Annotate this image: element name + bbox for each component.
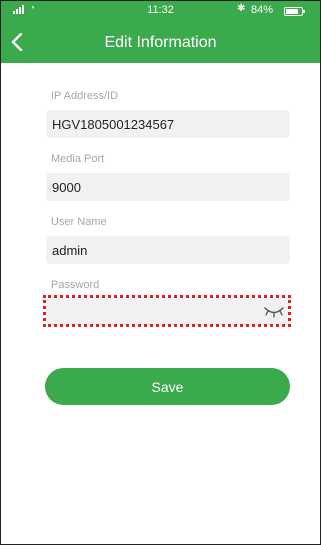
user-name-value: admin	[52, 242, 88, 258]
bluetooth-icon: ✱	[237, 3, 246, 14]
media-port-value: 9000	[52, 179, 81, 195]
password-field[interactable]	[46, 297, 290, 325]
ip-address-value: HGV1805001234567	[52, 116, 175, 132]
page-title: Edit Information	[104, 34, 217, 51]
app-header: ◔ 11:32 ✱ 84% Edit Information	[1, 1, 320, 63]
media-port-label: Media Port	[51, 153, 105, 165]
battery-percent: 84%	[251, 4, 274, 16]
user-name-label: User Name	[51, 216, 107, 228]
ip-address-field[interactable]: HGV1805001234567	[46, 110, 290, 138]
phone-screen: ◔ 11:32 ✱ 84% Edit Information IP Addres…	[0, 0, 321, 545]
media-port-field[interactable]: 9000	[46, 173, 290, 201]
save-button[interactable]: Save	[45, 368, 290, 405]
battery-icon	[284, 7, 305, 16]
eye-closed-icon[interactable]	[264, 306, 284, 318]
user-name-field[interactable]: admin	[46, 236, 290, 264]
password-label: Password	[51, 279, 100, 291]
ip-address-label: IP Address/ID	[51, 90, 119, 102]
status-bar: ◔ 11:32 ✱ 84%	[1, 1, 320, 19]
